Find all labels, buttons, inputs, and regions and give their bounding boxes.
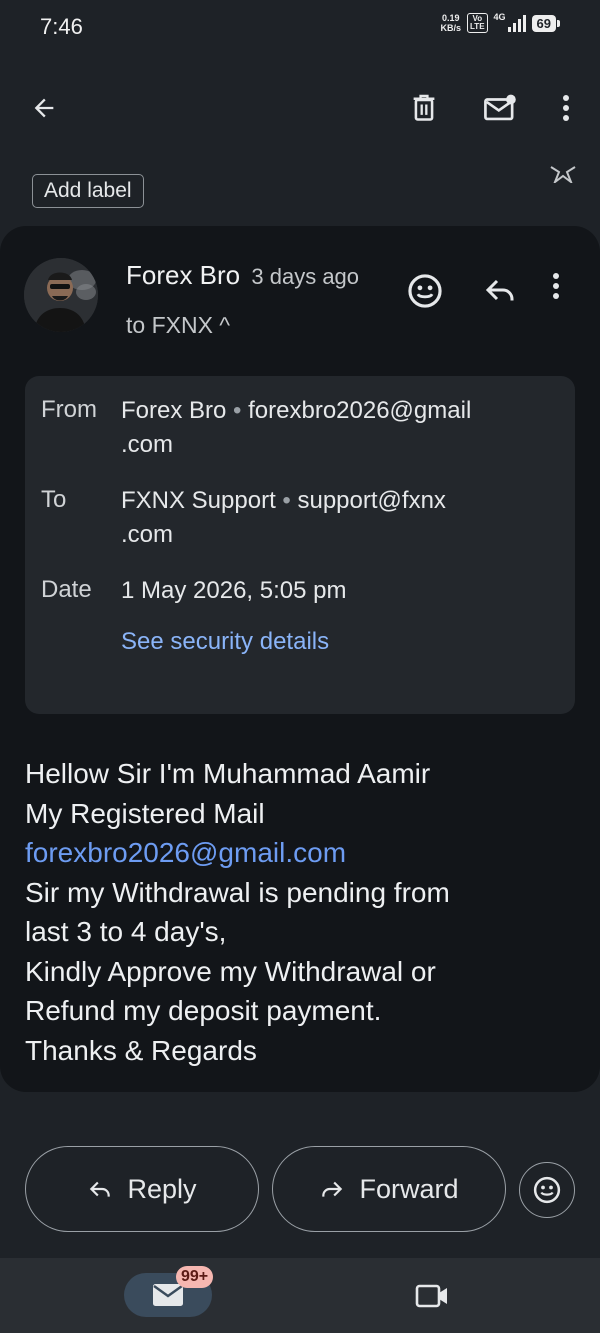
signal-icon: 4G [493, 12, 526, 32]
volte-icon: Vo LTE [467, 13, 488, 33]
from-label: From [41, 396, 97, 423]
message-details: From Forex Bro • forexbro2026@gmail .com… [25, 376, 575, 714]
star-outline-icon [550, 166, 576, 183]
status-time: 7:46 [40, 14, 83, 39]
network-speed-unit: KB/s [440, 23, 462, 33]
network-speed-value: 0.19 [441, 13, 460, 23]
reply-icon-button[interactable] [482, 272, 520, 310]
from-email: forexbro2026@gmail [248, 397, 472, 424]
more-options-button[interactable] [552, 88, 580, 128]
emoji-icon [533, 1176, 561, 1204]
message-more-button[interactable] [552, 272, 580, 310]
email-time: 3 days ago [251, 264, 360, 289]
forward-button[interactable]: Forward [272, 1146, 506, 1232]
delete-button[interactable] [404, 88, 444, 128]
date-label: Date [41, 576, 92, 603]
to-value: FXNX Support • support@fxnx .com [121, 487, 446, 548]
body-line: Refund my deposit payment. [25, 995, 382, 1026]
sender-name: Forex Bro [126, 260, 241, 290]
video-camera-icon [415, 1284, 447, 1308]
to-email-end: .com [121, 521, 174, 548]
more-vert-icon [563, 95, 569, 121]
from-name: Forex Bro [121, 397, 227, 424]
reply-icon [485, 279, 514, 301]
battery-level: 69 [536, 15, 551, 31]
body-email-link[interactable]: forexbro2026@gmail.com [25, 833, 575, 873]
network-speed: 0.19 KB/s [441, 13, 462, 33]
reply-label: Reply [127, 1173, 197, 1204]
date-value: 1 May 2026, 5:05 pm [121, 577, 347, 604]
forward-label: Forward [359, 1173, 459, 1204]
body-line: last 3 to 4 day's, [25, 916, 227, 947]
forward-icon [322, 1181, 343, 1197]
trash-icon [413, 94, 435, 121]
email-body: Hellow Sir I'm Muhammad Aamir My Registe… [25, 754, 575, 1070]
mail-unread-icon [484, 94, 516, 121]
sender-avatar[interactable] [24, 258, 98, 332]
recipient-toggle[interactable]: to FXNX ^ [126, 312, 230, 339]
reply-icon [90, 1181, 111, 1197]
volte-bottom: LTE [470, 22, 485, 31]
avatar-photo-icon [24, 258, 98, 332]
to-name: FXNX Support [121, 487, 276, 514]
arrow-left-icon [34, 98, 54, 118]
add-label-button[interactable]: Add label [32, 174, 144, 208]
back-button[interactable] [24, 88, 64, 128]
mail-icon [153, 1284, 183, 1306]
from-value: Forex Bro • forexbro2026@gmail .com [121, 397, 472, 458]
emoji-icon [408, 274, 442, 308]
mark-unread-button[interactable] [480, 88, 520, 128]
sender-line[interactable]: Forex Bro 3 days ago [126, 260, 359, 291]
body-line: My Registered Mail [25, 797, 265, 829]
to-email: support@fxnx [297, 487, 446, 514]
add-reaction-button[interactable] [406, 272, 444, 310]
from-email-end: .com [121, 431, 174, 458]
to-label: To [41, 486, 67, 513]
body-line: Sir my Withdrawal is pending from [25, 876, 450, 908]
network-type: 4G [493, 12, 506, 22]
body-line: Hellow Sir I'm Muhammad Aamir [25, 758, 431, 789]
label-row: Add label [0, 160, 600, 224]
emoji-reaction-button[interactable] [519, 1162, 575, 1218]
bottom-navigation: 99+ [0, 1258, 600, 1333]
unread-count-badge: 99+ [176, 1266, 214, 1288]
tab-meet[interactable] [412, 1280, 452, 1312]
reply-button[interactable]: Reply [25, 1146, 259, 1232]
status-bar: 7:46 0.19 KB/s Vo LTE 4G 69 [0, 0, 600, 56]
battery-icon: 69 [531, 14, 561, 32]
star-button[interactable] [550, 160, 576, 186]
email-card: Forex Bro 3 days ago to FXNX ^ From Fore… [0, 226, 600, 1092]
body-line: Kindly Approve my Withdrawal or [25, 955, 436, 987]
status-icons: 0.19 KB/s Vo LTE 4G 69 [441, 12, 561, 33]
security-details-link[interactable]: See security details [121, 628, 329, 656]
action-row: Reply Forward [0, 1144, 600, 1234]
app-bar [0, 56, 600, 160]
body-line: Thanks & Regards [25, 1034, 257, 1066]
more-vert-icon [553, 273, 559, 299]
